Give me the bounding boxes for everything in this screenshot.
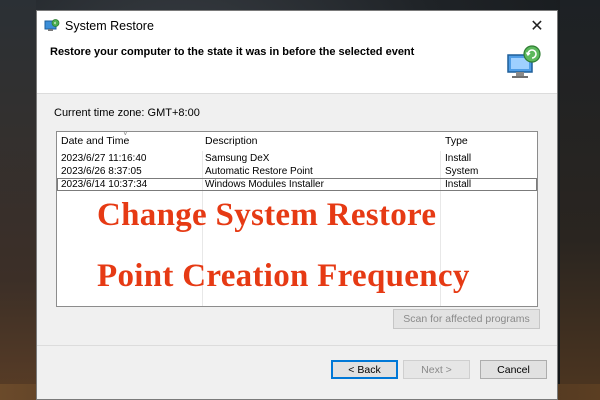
cancel-button[interactable]: Cancel xyxy=(480,360,547,379)
table-row[interactable]: 2023/6/26 8:37:05 Automatic Restore Poin… xyxy=(57,165,537,178)
list-header: Date and Time ˅ Description Type xyxy=(57,132,537,151)
overlay-title-line-2: Point Creation Frequency xyxy=(97,258,470,294)
close-button[interactable]: ✕ xyxy=(517,11,557,41)
back-button[interactable]: < Back xyxy=(331,360,398,379)
row-type: Install xyxy=(445,179,472,190)
row-date: 2023/6/27 11:16:40 xyxy=(61,153,147,164)
column-header-description[interactable]: Description xyxy=(205,135,258,147)
header-band: Restore your computer to the state it wa… xyxy=(37,41,557,94)
row-date: 2023/6/26 8:37:05 xyxy=(61,166,142,177)
row-type: Install xyxy=(445,153,472,164)
system-restore-window: System Restore ✕ Restore your computer t… xyxy=(36,10,558,400)
title-bar: System Restore ✕ xyxy=(37,11,557,41)
table-row-selected[interactable]: 2023/6/14 10:37:34 Windows Modules Insta… xyxy=(57,178,537,191)
page-heading: Restore your computer to the state it wa… xyxy=(50,46,415,58)
footer-separator xyxy=(37,345,557,346)
system-restore-icon xyxy=(44,19,60,31)
row-description: Samsung DeX xyxy=(205,153,270,164)
timezone-label: Current time zone: GMT+8:00 xyxy=(54,107,200,119)
overlay-title-line-1: Change System Restore xyxy=(97,197,437,233)
close-icon: ✕ xyxy=(530,18,544,35)
row-date: 2023/6/14 10:37:34 xyxy=(61,179,148,190)
row-type: System xyxy=(445,166,479,177)
scan-affected-programs-button[interactable]: Scan for affected programs xyxy=(393,309,540,329)
row-description: Automatic Restore Point xyxy=(205,166,313,177)
row-description: Windows Modules Installer xyxy=(205,179,324,190)
background-left xyxy=(0,0,36,400)
next-button[interactable]: Next > xyxy=(403,360,470,379)
sort-indicator-icon: ˅ xyxy=(123,131,128,138)
system-restore-icon xyxy=(507,45,541,78)
background-right xyxy=(560,0,600,400)
column-header-date[interactable]: Date and Time xyxy=(61,135,129,147)
table-row[interactable]: 2023/6/27 11:16:40 Samsung DeX Install xyxy=(57,152,537,165)
window-title: System Restore xyxy=(65,19,154,33)
column-header-type[interactable]: Type xyxy=(445,135,468,147)
